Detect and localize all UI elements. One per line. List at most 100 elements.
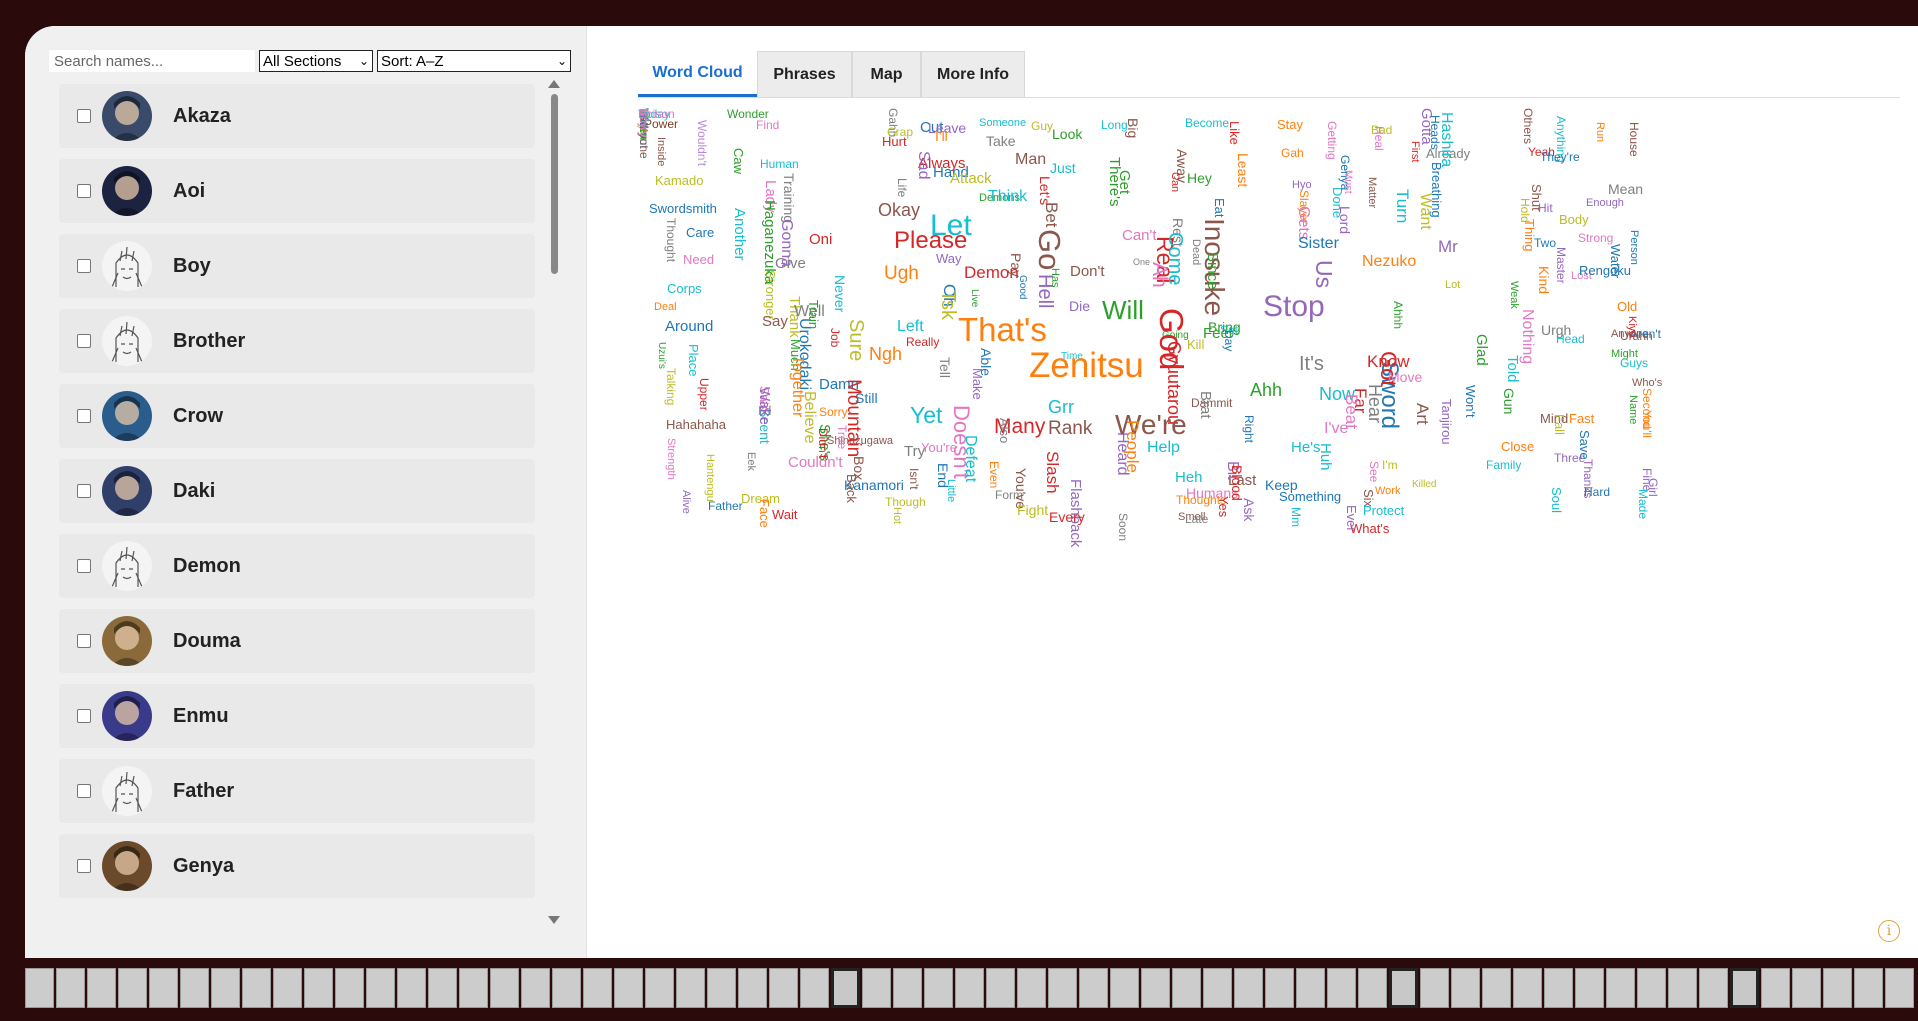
- timeline-tick[interactable]: [1110, 968, 1139, 1008]
- cloud-word[interactable]: Die: [1069, 299, 1090, 313]
- timeline-tick[interactable]: [118, 968, 147, 1008]
- cloud-word[interactable]: Will: [1102, 297, 1144, 323]
- character-checkbox[interactable]: [77, 784, 91, 798]
- cloud-word[interactable]: Matter: [1366, 177, 1378, 208]
- timeline-tick[interactable]: [831, 968, 860, 1008]
- cloud-word[interactable]: Caw: [731, 148, 746, 174]
- cloud-word[interactable]: Least: [1235, 153, 1251, 187]
- cloud-word[interactable]: It's: [1299, 354, 1324, 374]
- timeline-tick[interactable]: [1823, 968, 1852, 1008]
- cloud-word[interactable]: Guy: [1031, 120, 1053, 132]
- list-item[interactable]: Douma: [59, 609, 535, 673]
- cloud-word[interactable]: Move: [1388, 370, 1422, 384]
- timeline-tick[interactable]: [273, 968, 302, 1008]
- cloud-word[interactable]: Take: [986, 134, 1016, 148]
- list-item[interactable]: Crow: [59, 384, 535, 448]
- info-icon[interactable]: i: [1878, 920, 1900, 942]
- cloud-word[interactable]: Hantengu: [704, 454, 716, 502]
- timeline-tick[interactable]: [614, 968, 643, 1008]
- timeline-tick[interactable]: [552, 968, 581, 1008]
- character-checkbox[interactable]: [77, 634, 91, 648]
- sort-select[interactable]: Sort: A–Z ⌄: [377, 50, 571, 72]
- timeline-tick[interactable]: [304, 968, 333, 1008]
- cloud-word[interactable]: Talking: [664, 368, 678, 405]
- timeline-tick[interactable]: [242, 968, 271, 1008]
- cloud-word[interactable]: Us: [1311, 260, 1337, 288]
- cloud-word[interactable]: Sad: [915, 151, 932, 179]
- cloud-word[interactable]: Believe: [801, 391, 818, 443]
- cloud-word[interactable]: Since: [1204, 252, 1221, 290]
- cloud-word[interactable]: Bet: [1042, 202, 1061, 228]
- cloud-word[interactable]: Strength: [665, 438, 677, 480]
- list-item[interactable]: Brother: [59, 309, 535, 373]
- cloud-word[interactable]: Ugh: [884, 264, 919, 283]
- cloud-word[interactable]: Name: [1627, 395, 1639, 424]
- cloud-word[interactable]: Hey: [1187, 171, 1212, 185]
- cloud-word[interactable]: Brat: [1197, 391, 1214, 419]
- cloud-word[interactable]: Care: [686, 226, 714, 239]
- cloud-word[interactable]: Someone: [979, 118, 1026, 129]
- cloud-word[interactable]: People: [1123, 420, 1142, 473]
- timeline-tick[interactable]: [1234, 968, 1263, 1008]
- cloud-word[interactable]: Isn't: [907, 468, 921, 490]
- cloud-word[interactable]: Kiyo: [1626, 316, 1638, 337]
- cloud-word[interactable]: Ngh: [869, 345, 902, 363]
- cloud-word[interactable]: Upper: [697, 378, 711, 411]
- cloud-word[interactable]: Job: [828, 328, 842, 347]
- cloud-word[interactable]: Heal: [1372, 126, 1386, 151]
- cloud-word[interactable]: Go: [1032, 229, 1067, 270]
- cloud-word[interactable]: Defeat: [962, 435, 979, 482]
- cloud-word[interactable]: Fall: [1552, 414, 1567, 435]
- cloud-word[interactable]: Wake: [756, 387, 773, 425]
- timeline-tick[interactable]: [1172, 968, 1201, 1008]
- cloud-word[interactable]: Run: [1594, 122, 1606, 142]
- cloud-word[interactable]: Want: [1417, 193, 1434, 230]
- cloud-word[interactable]: Turn: [1393, 189, 1412, 223]
- character-checkbox[interactable]: [77, 484, 91, 498]
- cloud-word[interactable]: Get: [1116, 170, 1133, 194]
- cloud-word[interactable]: Weak: [1508, 281, 1520, 309]
- timeline-tick[interactable]: [1513, 968, 1542, 1008]
- timeline-tick[interactable]: [1141, 968, 1170, 1008]
- timeline-tick[interactable]: [583, 968, 612, 1008]
- scroll-thumb[interactable]: [551, 94, 558, 274]
- timeline-tick[interactable]: [56, 968, 85, 1008]
- character-checkbox[interactable]: [77, 184, 91, 198]
- timeline-tick[interactable]: [1575, 968, 1604, 1008]
- cloud-word[interactable]: Keep: [1265, 478, 1298, 492]
- cloud-word[interactable]: Wouldn't: [695, 120, 709, 166]
- cloud-word[interactable]: Stay: [1277, 118, 1303, 131]
- timeline-tick[interactable]: [1854, 968, 1883, 1008]
- cloud-word[interactable]: Wait: [772, 508, 798, 521]
- cloud-word[interactable]: Eek: [745, 452, 757, 471]
- cloud-word[interactable]: Ahhh: [1391, 301, 1405, 329]
- list-item[interactable]: Akaza: [59, 84, 535, 148]
- cloud-word[interactable]: You'll: [1640, 410, 1654, 438]
- cloud-word[interactable]: Sure: [845, 319, 867, 361]
- cloud-word[interactable]: That's: [958, 313, 1047, 346]
- timeline-tick[interactable]: [490, 968, 519, 1008]
- timeline-tick[interactable]: [1265, 968, 1294, 1008]
- timeline-tick[interactable]: [893, 968, 922, 1008]
- cloud-word[interactable]: Oni: [809, 232, 832, 247]
- cloud-word[interactable]: Attack: [950, 171, 992, 186]
- cloud-word[interactable]: Never: [832, 275, 848, 312]
- cloud-word[interactable]: Rengoku: [1579, 264, 1631, 277]
- cloud-word[interactable]: Another: [731, 208, 748, 261]
- cloud-word[interactable]: Sister: [1298, 236, 1339, 252]
- cloud-word[interactable]: Corps: [667, 282, 702, 295]
- section-filter-select[interactable]: All Sections ⌄: [259, 50, 373, 72]
- list-item[interactable]: Genya: [59, 834, 535, 898]
- timeline-tick[interactable]: [1699, 968, 1728, 1008]
- cloud-word[interactable]: Make: [970, 368, 985, 400]
- cloud-word[interactable]: Let: [930, 211, 972, 241]
- cloud-word[interactable]: Hear: [1365, 384, 1385, 423]
- cloud-word[interactable]: Right: [1242, 415, 1256, 443]
- cloud-word[interactable]: Close: [1501, 440, 1534, 453]
- character-checkbox[interactable]: [77, 559, 91, 573]
- cloud-word[interactable]: Life: [895, 178, 909, 197]
- timeline-tick[interactable]: [1482, 968, 1511, 1008]
- cloud-word[interactable]: Hashira: [1438, 112, 1455, 167]
- cloud-word[interactable]: Tell: [937, 357, 953, 378]
- cloud-word[interactable]: Boy: [637, 108, 651, 129]
